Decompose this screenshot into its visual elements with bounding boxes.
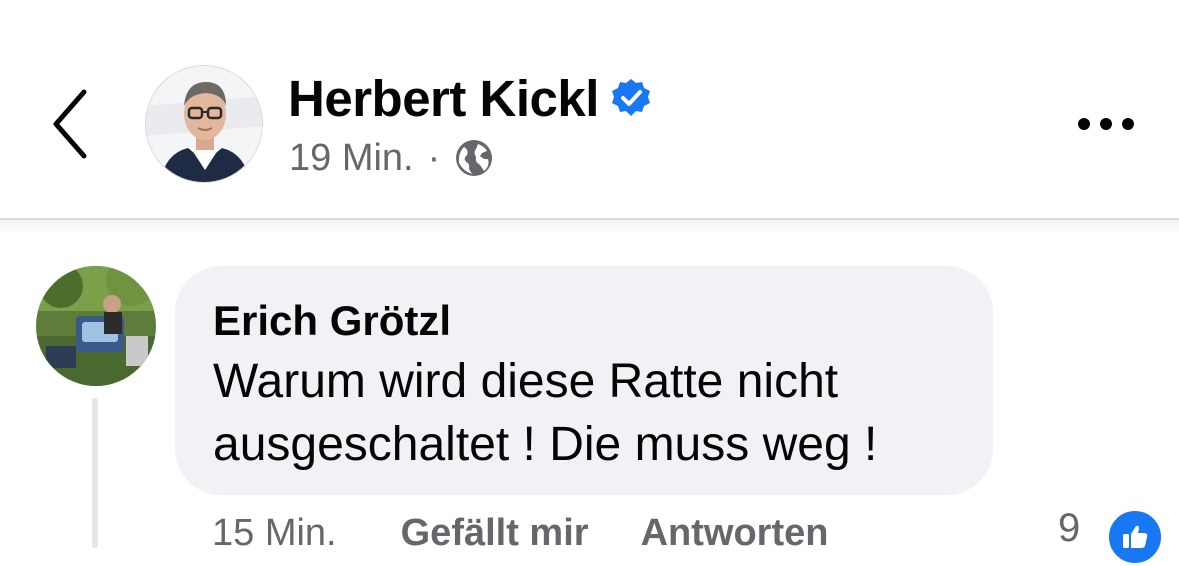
- comment-actions: 15 Min. Gefällt mir Antworten: [212, 508, 828, 558]
- reaction-count[interactable]: 9: [1058, 506, 1080, 551]
- author-name[interactable]: Herbert Kickl: [288, 69, 599, 128]
- thumb-glyph: [1123, 525, 1148, 548]
- like-thumb-icon[interactable]: [1106, 508, 1164, 566]
- commenter-name[interactable]: Erich Grötzl: [213, 296, 955, 346]
- commenter-avatar[interactable]: [36, 266, 156, 386]
- more-dot: [1078, 118, 1090, 130]
- verified-badge-icon: [611, 79, 650, 116]
- author-portrait: [146, 66, 262, 182]
- like-button[interactable]: Gefällt mir: [401, 512, 589, 555]
- commenter-photo: [36, 266, 156, 386]
- thread-line: [92, 398, 98, 548]
- more-dot: [1100, 118, 1112, 130]
- back-button[interactable]: [40, 86, 100, 162]
- comment-text: Warum wird diese Ratte nicht ausgeschalt…: [213, 355, 878, 471]
- more-dot: [1122, 118, 1134, 130]
- comment-bubble[interactable]: Erich Grötzl Warum wird diese Ratte nich…: [175, 266, 993, 495]
- post-meta: 19 Min. ·: [289, 132, 494, 184]
- chevron-left-icon: [53, 89, 87, 159]
- post-time[interactable]: 19 Min.: [289, 137, 414, 180]
- author-avatar[interactable]: [145, 65, 263, 183]
- comment-time: 15 Min.: [212, 511, 337, 554]
- meta-separator: ·: [427, 136, 441, 179]
- more-options-button[interactable]: [1070, 100, 1142, 148]
- globe-icon: [456, 140, 493, 176]
- header-shadow: [0, 220, 1179, 234]
- reply-button[interactable]: Antworten: [641, 512, 829, 555]
- author-header: Herbert Kickl: [288, 68, 651, 128]
